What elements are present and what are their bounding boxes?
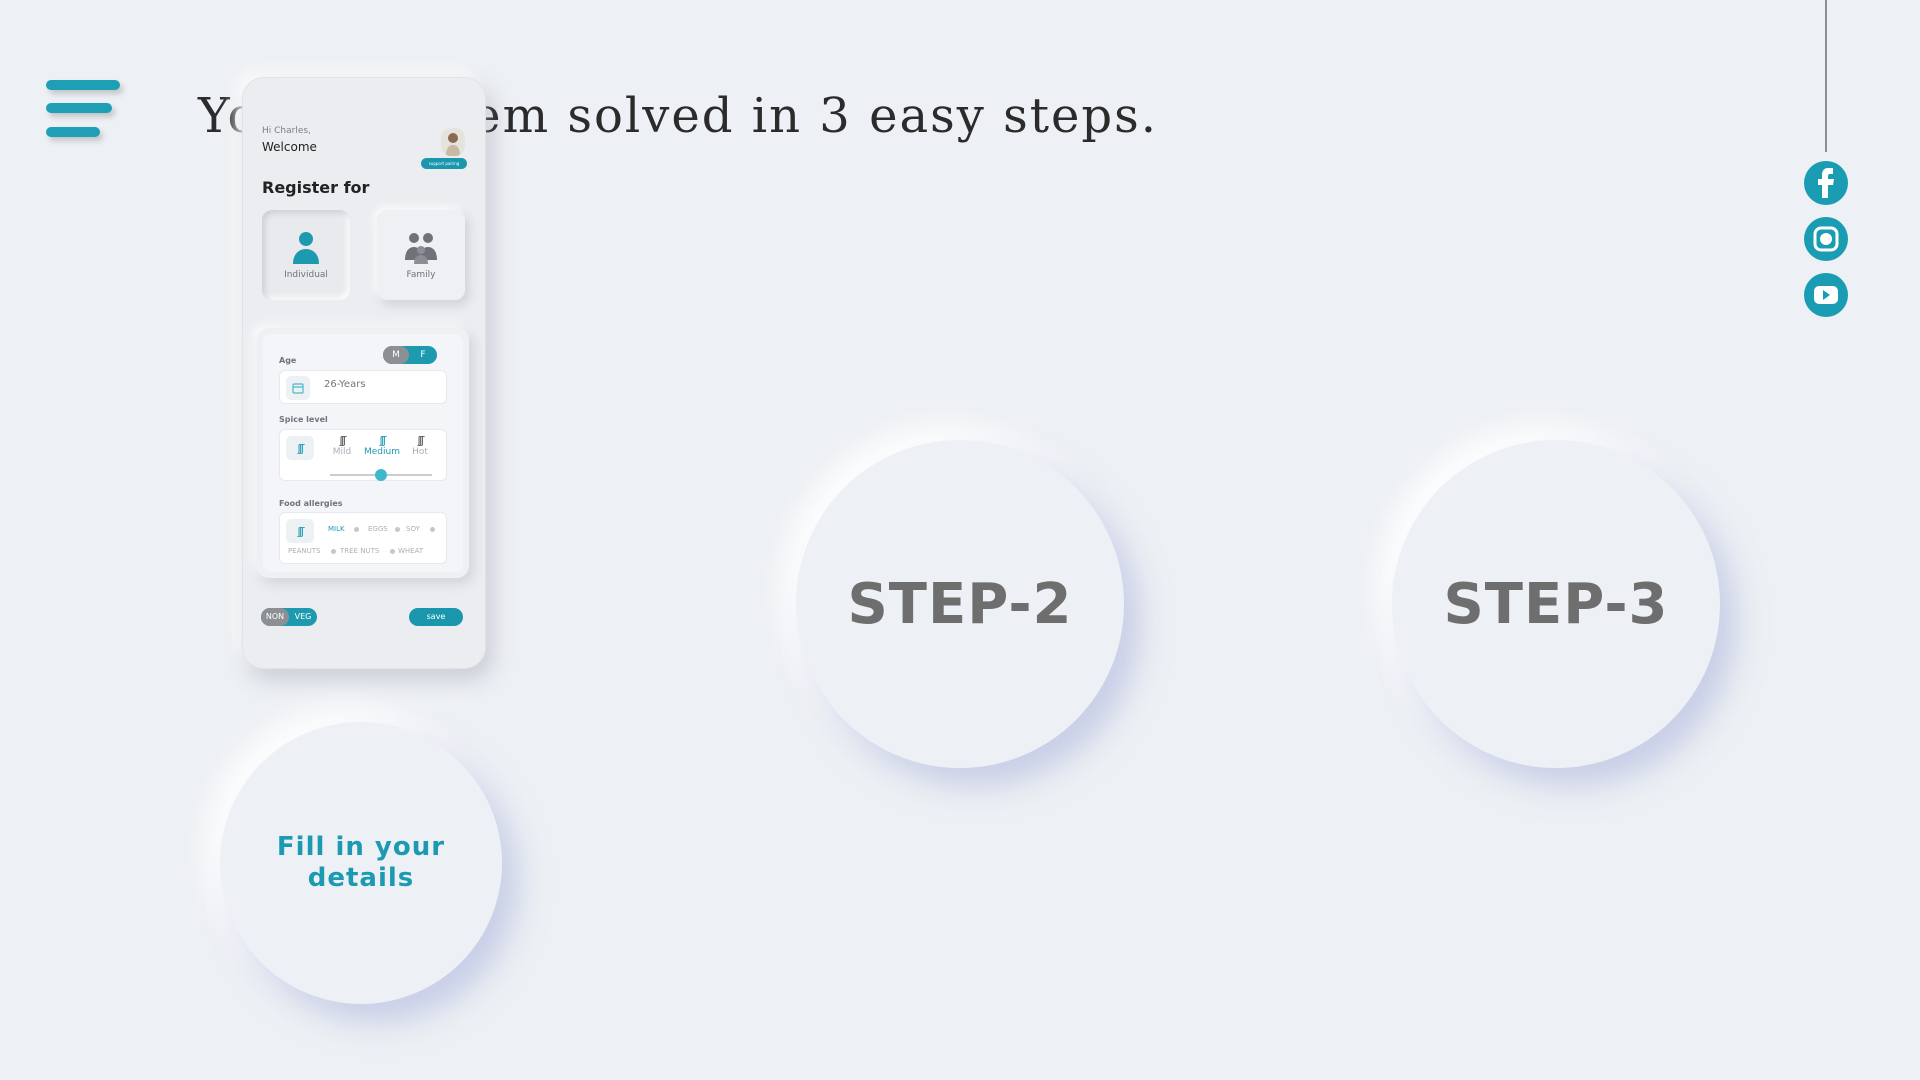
menu-bar bbox=[46, 103, 112, 113]
facebook-icon[interactable] bbox=[1804, 161, 1848, 205]
avatar[interactable] bbox=[441, 128, 465, 156]
allergy-peanuts[interactable]: PEANUTS bbox=[288, 547, 321, 555]
chili-icon: ʃʃʃ bbox=[417, 434, 424, 447]
phone-mockup: Hi Charles, Welcome support pairing Regi… bbox=[242, 77, 486, 669]
chili-icon: ʃʃʃ bbox=[286, 436, 314, 460]
food-allergies-selector[interactable]: ʃʃʃ MILK EGGS SOY PEANUTS TREE NUTS WHEA… bbox=[279, 512, 447, 564]
person-icon bbox=[291, 228, 321, 264]
dot-separator bbox=[354, 527, 359, 532]
instagram-icon[interactable] bbox=[1804, 217, 1848, 261]
spice-medium-option[interactable]: ʃʃʃ Medium bbox=[362, 434, 402, 457]
register-title: Register for bbox=[262, 178, 370, 197]
allergy-milk[interactable]: MILK bbox=[328, 525, 345, 533]
allergy-tree-nuts[interactable]: TREE NUTS bbox=[340, 547, 379, 555]
dot-separator bbox=[395, 527, 400, 532]
profile-form: M F Age Spice level ʃʃʃ ʃʃʃ Mild ʃʃʃ Me bbox=[263, 334, 463, 572]
dot-separator bbox=[331, 549, 336, 554]
age-field[interactable] bbox=[279, 370, 447, 404]
menu-bar bbox=[46, 127, 100, 137]
age-label: Age bbox=[279, 356, 297, 365]
diet-veg-option[interactable]: VEG bbox=[289, 608, 317, 626]
hamburger-menu-icon[interactable] bbox=[46, 80, 122, 140]
spice-mild-option[interactable]: ʃʃʃ Mild bbox=[322, 434, 362, 457]
age-input[interactable] bbox=[324, 379, 434, 390]
register-individual-option[interactable]: Individual bbox=[262, 210, 350, 300]
chili-icon: ʃʃʃ bbox=[379, 434, 386, 447]
support-pairing-badge[interactable]: support pairing bbox=[421, 158, 467, 169]
family-icon bbox=[404, 228, 438, 264]
step-2-label: STEP-2 bbox=[847, 571, 1073, 637]
gender-toggle[interactable]: M F bbox=[383, 346, 437, 364]
greeting: Welcome bbox=[262, 140, 317, 154]
spice-slider[interactable] bbox=[330, 469, 432, 481]
spice-mild-label: Mild bbox=[332, 447, 352, 457]
register-individual-label: Individual bbox=[284, 270, 328, 280]
greeting-small: Hi Charles, bbox=[262, 126, 311, 136]
register-family-label: Family bbox=[406, 270, 436, 280]
food-allergies-label: Food allergies bbox=[279, 499, 343, 508]
menu-bar bbox=[46, 80, 120, 90]
dot-separator bbox=[390, 549, 395, 554]
profile-form-panel: M F Age Spice level ʃʃʃ ʃʃʃ Mild ʃʃʃ Me bbox=[257, 328, 469, 578]
step-1-circle[interactable]: Fill in your details bbox=[220, 722, 502, 1004]
dot-separator bbox=[430, 527, 435, 532]
allergy-eggs[interactable]: EGGS bbox=[368, 525, 388, 533]
spice-slider-handle[interactable] bbox=[375, 469, 387, 481]
register-family-option[interactable]: Family bbox=[377, 210, 465, 300]
chili-icon: ʃʃʃ bbox=[286, 519, 314, 543]
spice-hot-label: Hot bbox=[412, 447, 428, 457]
spice-level-label: Spice level bbox=[279, 415, 328, 424]
chili-icon: ʃʃʃ bbox=[339, 434, 346, 447]
spice-level-selector[interactable]: ʃʃʃ ʃʃʃ Mild ʃʃʃ Medium ʃʃʃ Hot bbox=[279, 429, 447, 481]
calendar-icon bbox=[286, 376, 310, 400]
gender-f-option[interactable]: F bbox=[409, 346, 437, 364]
spice-hot-option[interactable]: ʃʃʃ Hot bbox=[400, 434, 440, 457]
youtube-icon[interactable] bbox=[1804, 273, 1848, 317]
step-2-circle[interactable]: STEP-2 bbox=[796, 440, 1124, 768]
allergy-soy[interactable]: SOY bbox=[406, 525, 420, 533]
step-3-circle[interactable]: STEP-3 bbox=[1392, 440, 1720, 768]
step-3-label: STEP-3 bbox=[1443, 571, 1669, 637]
step-1-label: Fill in your details bbox=[276, 832, 446, 893]
diet-toggle[interactable]: NON VEG bbox=[261, 608, 317, 626]
diet-non-veg-option[interactable]: NON bbox=[261, 608, 289, 626]
save-button[interactable]: save bbox=[409, 608, 463, 626]
social-rail-line bbox=[1825, 0, 1827, 152]
gender-m-option[interactable]: M bbox=[383, 346, 409, 364]
allergy-wheat[interactable]: WHEAT bbox=[398, 547, 423, 555]
spice-medium-label: Medium bbox=[364, 447, 400, 457]
